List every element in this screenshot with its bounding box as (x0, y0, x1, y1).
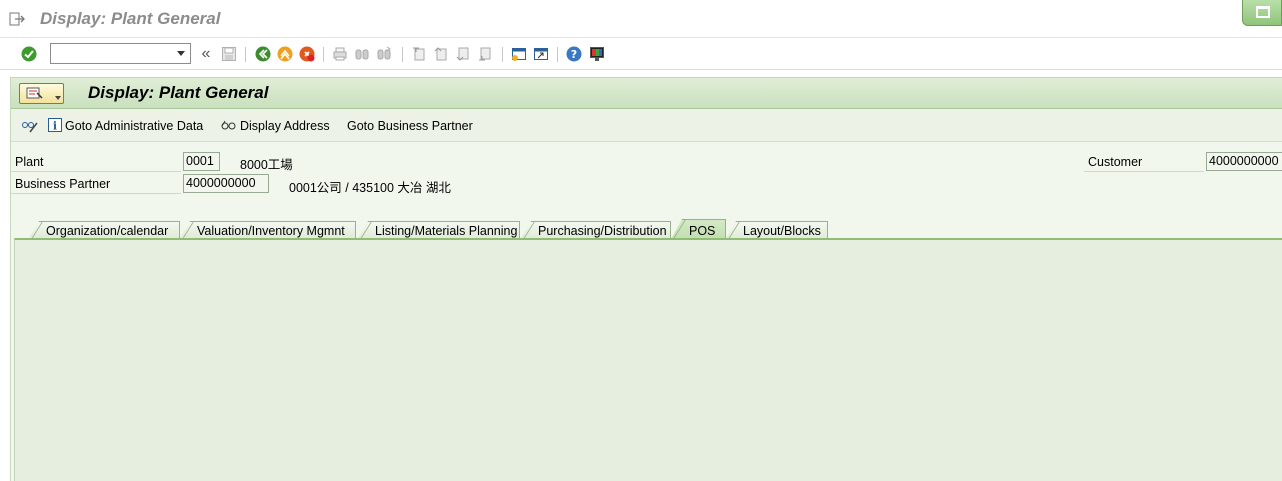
screen-header: Display: Plant General (11, 78, 1282, 109)
business-partner-label: Business Partner (11, 174, 181, 194)
exit-icon[interactable] (276, 45, 294, 63)
info-icon: i (48, 117, 62, 135)
command-field[interactable] (50, 43, 191, 64)
window-title: Display: Plant General (40, 9, 221, 28)
command-input[interactable] (51, 44, 171, 63)
back-icon[interactable] (254, 45, 272, 63)
goto-admin-data-button[interactable]: i Goto Administrative Data (48, 117, 204, 135)
business-partner-field[interactable]: 4000000000 (183, 174, 269, 193)
display-address-button[interactable]: Display Address (221, 118, 330, 134)
enter-icon[interactable] (20, 45, 38, 63)
goto-business-partner-button[interactable]: Goto Business Partner (347, 118, 473, 134)
last-page-icon[interactable] (476, 45, 494, 63)
exit-arrow-icon[interactable] (9, 12, 25, 26)
plant-field[interactable]: 0001 (183, 152, 220, 171)
chevron-down-icon (55, 96, 61, 100)
tab-content-area (14, 238, 1282, 481)
menu-icon (26, 87, 43, 99)
page-title: Display: Plant General (88, 83, 269, 102)
goto-business-partner-label: Goto Business Partner (347, 119, 473, 133)
svg-text:?: ? (571, 48, 577, 61)
business-partner-description: 0001公司 / 435100 大冶 湖北 (289, 181, 451, 195)
application-toolbar: i Goto Administrative Data Display Addre… (11, 109, 1282, 142)
svg-text:i: i (53, 119, 57, 132)
save-icon[interactable] (220, 45, 238, 63)
cancel-icon[interactable] (298, 45, 316, 63)
find-icon[interactable] (353, 45, 371, 63)
help-icon[interactable]: ? (565, 45, 583, 63)
toolbar-separator (402, 47, 403, 62)
toolbar-separator (245, 47, 246, 62)
minimize-button[interactable] (1242, 0, 1282, 26)
collapse-command-icon[interactable]: « (197, 45, 215, 63)
prev-page-icon[interactable] (432, 45, 450, 63)
glasses-icon (221, 118, 237, 135)
title-bar: Display: Plant General (0, 0, 1282, 38)
goto-admin-data-label: Goto Administrative Data (65, 119, 204, 133)
shortcut-icon[interactable] (532, 45, 550, 63)
chevron-down-icon[interactable] (177, 51, 185, 56)
customize-layout-icon[interactable] (588, 45, 606, 63)
toolbar-separator (323, 47, 324, 62)
toolbar-separator (502, 47, 503, 62)
first-page-icon[interactable] (410, 45, 428, 63)
display-address-label: Display Address (240, 119, 330, 133)
plant-label: Plant (11, 152, 181, 172)
system-menu-button[interactable] (19, 83, 64, 104)
window-icon (1256, 6, 1270, 18)
customer-field[interactable]: 4000000000 (1206, 152, 1282, 171)
next-page-icon[interactable] (454, 45, 472, 63)
change-display-button[interactable] (21, 118, 39, 134)
plant-description: 8000工場 (240, 158, 293, 172)
glasses-pencil-icon (22, 122, 38, 133)
new-session-icon[interactable] (510, 45, 528, 63)
main-screen: Display: Plant General i Goto Administra… (10, 77, 1282, 481)
toolbar-separator (557, 47, 558, 62)
print-icon[interactable] (331, 45, 349, 63)
standard-toolbar: « ? (0, 38, 1282, 70)
find-next-icon[interactable] (375, 45, 393, 63)
customer-label: Customer (1084, 152, 1204, 172)
